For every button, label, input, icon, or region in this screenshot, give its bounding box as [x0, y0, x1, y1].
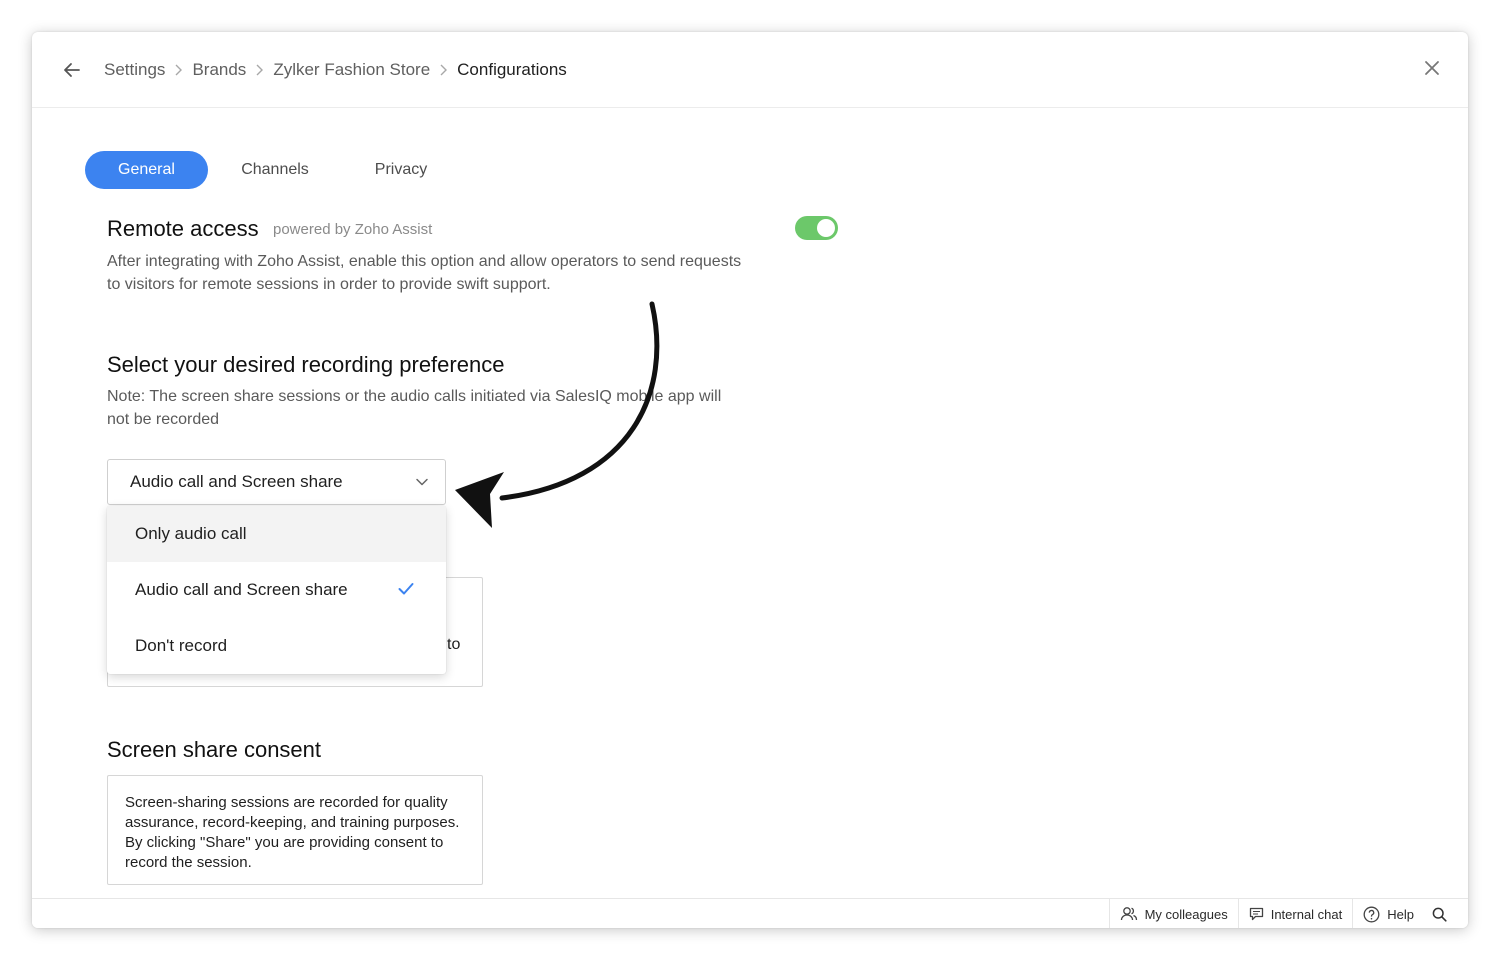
recording-note: Note: The screen share sessions or the a…: [107, 388, 722, 428]
back-button[interactable]: [58, 56, 86, 84]
option-label: Only audio call: [135, 524, 247, 543]
bottom-bar-actions: My colleagues Internal chat Help: [1108, 899, 1468, 928]
breadcrumb-current: Configurations: [457, 60, 567, 79]
recording-preference-select[interactable]: Audio call and Screen share: [107, 459, 446, 505]
close-icon: [1425, 61, 1439, 75]
internal-chat-label: Internal chat: [1270, 906, 1343, 922]
breadcrumb-brand-name[interactable]: Zylker Fashion Store: [273, 60, 430, 80]
users-icon: [1120, 907, 1137, 921]
option-audio-and-screen-share[interactable]: Audio call and Screen share: [107, 562, 446, 618]
help-icon: [1363, 906, 1380, 922]
help-button[interactable]: Help: [1352, 899, 1424, 928]
breadcrumb: Settings Brands Zylker Fashion Store Con…: [104, 56, 567, 84]
option-only-audio-call[interactable]: Only audio call: [107, 506, 446, 562]
my-colleagues-label: My colleagues: [1144, 906, 1228, 922]
toggle-knob: [817, 219, 835, 237]
breadcrumb-settings[interactable]: Settings: [104, 60, 165, 80]
select-value: Audio call and Screen share: [130, 472, 343, 491]
back-arrow-icon: [64, 63, 80, 77]
chevron-down-icon: [416, 478, 428, 486]
header-bar: Settings Brands Zylker Fashion Store Con…: [32, 32, 1468, 108]
tab-channels[interactable]: Channels: [208, 151, 342, 189]
bottom-status-bar: My colleagues Internal chat Help: [32, 898, 1468, 928]
search-icon: [1432, 907, 1447, 922]
help-label: Help: [1387, 906, 1414, 922]
tab-bar: General Channels Privacy: [85, 151, 460, 189]
my-colleagues-button[interactable]: My colleagues: [1108, 899, 1238, 928]
recording-options-dropdown: Only audio call Audio call and Screen sh…: [107, 506, 446, 674]
option-dont-record[interactable]: Don't record: [107, 618, 446, 674]
tab-privacy[interactable]: Privacy: [342, 151, 460, 189]
chevron-right-icon: [255, 64, 264, 76]
breadcrumb-brands[interactable]: Brands: [192, 60, 246, 80]
chevron-right-icon: [174, 64, 183, 76]
search-button[interactable]: [1424, 899, 1468, 928]
settings-window: Settings Brands Zylker Fashion Store Con…: [32, 32, 1468, 928]
chevron-right-icon: [439, 64, 448, 76]
close-button[interactable]: [1420, 56, 1444, 80]
option-label: Audio call and Screen share: [135, 580, 348, 599]
powered-by-label: powered by Zoho Assist: [273, 221, 433, 238]
remote-access-toggle[interactable]: [795, 216, 838, 240]
remote-access-title: Remote access: [107, 216, 259, 241]
consent-message-box[interactable]: Screen-sharing sessions are recorded for…: [107, 775, 483, 885]
tab-general[interactable]: General: [85, 151, 208, 189]
chat-icon: [1249, 907, 1263, 921]
remote-access-description: After integrating with Zoho Assist, enab…: [107, 253, 742, 293]
check-icon: [398, 583, 414, 595]
internal-chat-button[interactable]: Internal chat: [1237, 899, 1353, 928]
hidden-box-text-fragment: to: [447, 636, 461, 653]
screen-share-consent-title: Screen share consent: [107, 737, 322, 762]
recording-preference-title: Select your desired recording preference: [107, 352, 505, 377]
option-label: Don't record: [135, 636, 228, 655]
consent-message-text: Screen-sharing sessions are recorded for…: [125, 794, 460, 871]
